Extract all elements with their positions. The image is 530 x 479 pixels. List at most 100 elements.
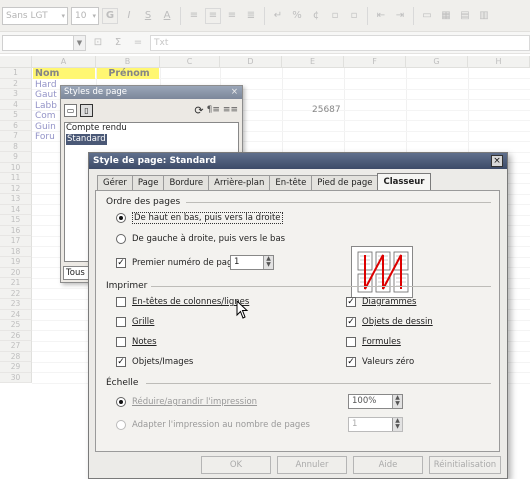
reset-button[interactable]: Réinitialisation xyxy=(429,456,501,474)
borders-icon[interactable]: ▭ xyxy=(419,8,435,24)
currency-icon[interactable]: ¢ xyxy=(308,8,324,24)
spin-arrows-icon[interactable]: ▲ ▼ xyxy=(263,256,273,269)
underline-button[interactable]: S xyxy=(140,8,156,24)
checkbox-box[interactable] xyxy=(116,317,126,327)
name-box[interactable]: ▼ xyxy=(2,34,86,51)
row-header[interactable]: 29 xyxy=(0,362,32,373)
styles-panel-titlebar[interactable]: Styles de page × xyxy=(61,86,242,99)
font-color-icon[interactable]: ▤ xyxy=(457,8,473,24)
page-styles-icon[interactable]: ▯ xyxy=(80,103,93,117)
dialog-titlebar[interactable]: Style de page: Standard × xyxy=(89,153,507,169)
cell-a7[interactable]: Foru xyxy=(35,132,55,142)
spin-arrows-icon[interactable]: ▲ ▼ xyxy=(392,418,402,431)
justify-icon[interactable]: ≣ xyxy=(243,8,259,24)
row-header[interactable]: 12 xyxy=(0,183,32,194)
cell-a2[interactable]: Hard xyxy=(35,80,57,90)
tab-arriere-plan[interactable]: Arrière-plan xyxy=(208,175,271,191)
corner-select-all[interactable] xyxy=(0,56,32,68)
scale-reduce-enlarge-radio[interactable]: Réduire/agrandir l'impression xyxy=(116,397,257,407)
column-header[interactable]: G xyxy=(406,56,468,68)
row-header[interactable]: 17 xyxy=(0,236,32,247)
tab-page[interactable]: Page xyxy=(131,175,165,191)
row-header[interactable]: 14 xyxy=(0,204,32,215)
row-header[interactable]: 4 xyxy=(0,99,32,110)
merge-cells-icon[interactable]: ↵ xyxy=(270,8,286,24)
cell-a6[interactable]: Guin xyxy=(35,122,56,132)
function-wizard-icon[interactable]: ⊡ xyxy=(90,35,106,51)
font-name-box[interactable]: Sans LGT ▾ xyxy=(2,6,68,25)
column-header[interactable]: B xyxy=(96,56,160,68)
radio-selected[interactable] xyxy=(116,397,126,407)
percent-icon[interactable]: % xyxy=(289,8,305,24)
scale-fit-pages-radio[interactable]: Adapter l'impression au nombre de pages xyxy=(116,420,310,430)
checkbox-box[interactable]: ✓ xyxy=(116,258,126,268)
row-header[interactable]: 26 xyxy=(0,330,32,341)
checkbox-box[interactable]: ✓ xyxy=(116,357,126,367)
first-page-number-checkbox[interactable]: ✓ Premier numéro de pag xyxy=(116,258,232,268)
row-header[interactable]: 19 xyxy=(0,257,32,268)
cell-a5[interactable]: Com xyxy=(35,111,56,121)
checkbox-box[interactable] xyxy=(116,337,126,347)
radio-unselected[interactable] xyxy=(116,420,126,430)
print-charts-checkbox[interactable]: ✓ Diagrammes xyxy=(346,297,416,307)
tab-pied-de-page[interactable]: Pied de page xyxy=(311,175,379,191)
row-header[interactable]: 8 xyxy=(0,141,32,152)
align-center-icon[interactable]: ≡ xyxy=(205,7,221,24)
row-header[interactable]: 23 xyxy=(0,299,32,310)
row-header[interactable]: 30 xyxy=(0,372,32,383)
list-item[interactable]: Standard xyxy=(65,134,238,145)
radio-unselected[interactable] xyxy=(116,234,126,244)
align-left-icon[interactable]: ≡ xyxy=(186,8,202,24)
row-header[interactable]: 3 xyxy=(0,89,32,100)
italic-button[interactable]: I xyxy=(121,8,137,24)
checkbox-box[interactable]: ✓ xyxy=(346,317,356,327)
print-drawing-objects-checkbox[interactable]: ✓ Objets de dessin xyxy=(346,317,433,327)
bold-button[interactable]: G xyxy=(102,7,118,24)
formula-input[interactable]: Txt xyxy=(150,34,530,51)
checkbox-box[interactable] xyxy=(116,297,126,307)
cell-a4[interactable]: Labb xyxy=(35,101,57,111)
checkbox-box[interactable]: ✓ xyxy=(346,297,356,307)
print-formulas-checkbox[interactable]: Formules xyxy=(346,337,401,347)
print-notes-checkbox[interactable]: Notes xyxy=(116,337,157,347)
scale-percent-field[interactable]: 100% ▲ ▼ xyxy=(348,394,403,409)
cell-styles-icon[interactable]: ▭ xyxy=(64,103,77,117)
cell-b1[interactable]: Prénom xyxy=(97,68,159,79)
sum-icon[interactable]: Σ xyxy=(110,35,126,51)
tab-en-tete[interactable]: En-tête xyxy=(269,175,313,191)
font-color-button[interactable]: A xyxy=(159,8,175,24)
cell-a3[interactable]: Gaut xyxy=(35,90,57,100)
print-objects-images-checkbox[interactable]: ✓ Objets/Images xyxy=(116,357,193,367)
list-item[interactable]: Compte rendu xyxy=(65,123,238,134)
row-header[interactable]: 27 xyxy=(0,341,32,352)
row-header[interactable]: 15 xyxy=(0,215,32,226)
order-left-right-radio[interactable]: De gauche à droite, puis vers le bas xyxy=(116,234,285,244)
scale-pages-field[interactable]: 1 ▲ ▼ xyxy=(348,417,403,432)
row-header[interactable]: 16 xyxy=(0,225,32,236)
column-header[interactable]: D xyxy=(220,56,282,68)
column-header[interactable]: H xyxy=(468,56,530,68)
print-column-row-headers-checkbox[interactable]: En-têtes de colonnes/lignes xyxy=(116,297,249,307)
order-top-down-radio[interactable]: De haut en bas, puis vers la droite xyxy=(116,212,283,224)
row-header[interactable]: 6 xyxy=(0,120,32,131)
row-header[interactable]: 21 xyxy=(0,278,32,289)
row-header[interactable]: 9 xyxy=(0,152,32,163)
toolbar-extra-icon[interactable]: ▥ xyxy=(476,8,492,24)
cell-e4[interactable]: 25687 xyxy=(312,105,341,115)
increase-indent-icon[interactable]: ⇥ xyxy=(392,8,408,24)
spin-arrows-icon[interactable]: ▲ ▼ xyxy=(392,395,402,408)
row-header[interactable]: 13 xyxy=(0,194,32,205)
print-zero-values-checkbox[interactable]: ✓ Valeurs zéro xyxy=(346,357,414,367)
fill-format-icon[interactable]: ⟳ xyxy=(194,104,203,117)
tab-classeur[interactable]: Classeur xyxy=(377,173,431,191)
print-grid-checkbox[interactable]: Grille xyxy=(116,317,154,327)
close-icon[interactable]: × xyxy=(491,155,503,167)
cell-a1[interactable]: Nom xyxy=(33,68,95,79)
background-color-icon[interactable]: ▦ xyxy=(438,8,454,24)
row-header[interactable]: 2 xyxy=(0,78,32,89)
column-header[interactable]: E xyxy=(282,56,344,68)
help-button[interactable]: Aide xyxy=(353,456,423,474)
row-header[interactable]: 25 xyxy=(0,320,32,331)
font-size-box[interactable]: 10 ▾ xyxy=(71,6,99,25)
row-header[interactable]: 28 xyxy=(0,351,32,362)
